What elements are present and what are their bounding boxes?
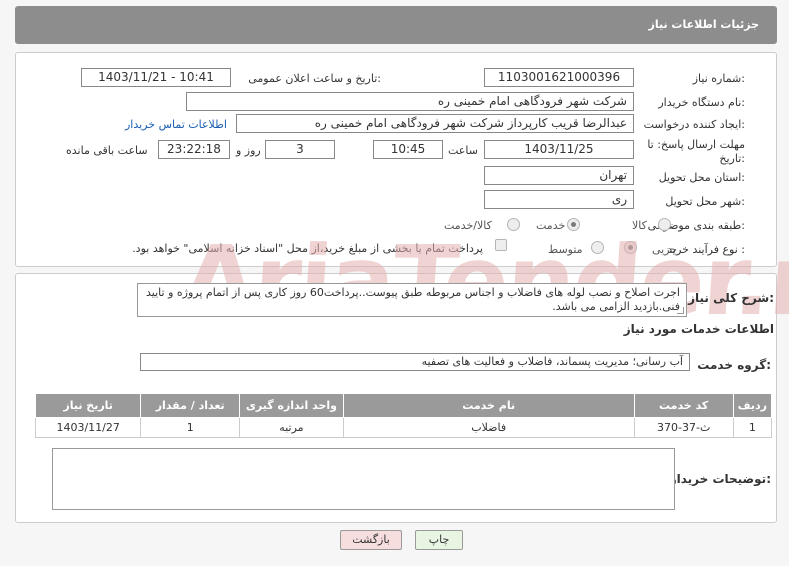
category-option-both-radio[interactable]: [507, 218, 520, 231]
page-header: جزئیات اطلاعات نیاز: [15, 6, 777, 44]
col-qty-header: تعداد / مقدار: [140, 393, 241, 418]
col-unit-header: واحد اندازه گیری: [239, 393, 344, 418]
col-row-header: ردیف: [732, 393, 773, 418]
resize-handle-icon[interactable]: [677, 307, 684, 314]
col-date-header: تاریخ نیاز: [34, 393, 142, 418]
summary-text-content: اجرت اصلاح و نصب لوله های فاضلاب و اجناس…: [146, 286, 680, 313]
services-table: ردیف کد خدمت نام خدمت واحد اندازه گیری ت…: [34, 393, 773, 438]
category-option-goods-radio[interactable]: [658, 218, 671, 231]
buyer-notes-field[interactable]: [52, 448, 675, 510]
service-group-label: گروه خدمت:: [697, 358, 771, 372]
category-option-service-label: خدمت: [536, 219, 566, 232]
summary-label: شرح کلی نیاز:: [688, 291, 774, 305]
summary-text: اجرت اصلاح و نصب لوله های فاضلاب و اجناس…: [137, 283, 687, 317]
category-option-both-label: کالا/خدمت: [444, 219, 492, 232]
buyer-notes-label: توضیحات خریدار:: [669, 472, 771, 486]
service-group-field: آب رسانی؛ مدیریت پسماند، فاضلاب و فعالیت…: [140, 353, 690, 371]
cell-qty: 1: [140, 417, 241, 438]
back-button[interactable]: بازگشت: [340, 530, 402, 550]
purchase-type-medium-radio[interactable]: [591, 241, 604, 254]
requester-label: ایجاد کننده درخواست:: [643, 118, 745, 131]
deadline-label: مهلت ارسال پاسخ: تا تاریخ:: [635, 138, 745, 166]
requester-field: عبدالرضا قریب کارپرداز شرکت شهر فرودگاهی…: [236, 114, 634, 133]
treasury-payment-checkbox[interactable]: [495, 239, 507, 251]
page-title: جزئیات اطلاعات نیاز: [648, 18, 760, 31]
table-row: 1 ث-37-370 فاضلاب مرتبه 1 1403/11/27: [34, 417, 773, 438]
remaining-days-label: روز و: [236, 144, 261, 157]
category-option-service-radio[interactable]: [567, 218, 580, 231]
buyer-contact-link[interactable]: اطلاعات تماس خریدار: [125, 118, 227, 131]
purchase-type-minor-radio[interactable]: [624, 241, 637, 254]
need-number-field: 1103001621000396: [484, 68, 634, 87]
cell-name: فاضلاب: [342, 417, 635, 438]
print-button[interactable]: چاپ: [415, 530, 463, 550]
cell-code: ث-37-370: [633, 417, 734, 438]
treasury-payment-note: پرداخت تمام یا بخشی از مبلغ خرید،از محل …: [132, 242, 483, 255]
buyer-org-field: شرکت شهر فرودگاهی امام خمینی ره: [186, 92, 634, 111]
city-label: شهر محل تحویل:: [665, 195, 745, 208]
purchase-type-minor-label: جزیی: [652, 243, 678, 256]
col-name-header: نام خدمت: [342, 393, 635, 418]
buyer-org-label: نام دستگاه خریدار:: [658, 96, 745, 109]
services-section-title: اطلاعات خدمات مورد نیاز: [623, 322, 774, 336]
city-field: ری: [484, 190, 634, 209]
category-option-goods-label: کالا: [632, 219, 647, 232]
need-number-label: شماره نیاز:: [692, 72, 745, 85]
announce-datetime-field: 1403/11/21 - 10:41: [81, 68, 231, 87]
purchase-type-medium-label: متوسط: [548, 243, 583, 256]
remaining-time-field: 23:22:18: [158, 140, 230, 159]
deadline-date-field: 1403/11/25: [484, 140, 634, 159]
province-field: تهران: [484, 166, 634, 185]
cell-unit: مرتبه: [239, 417, 344, 438]
announce-datetime-label: تاریخ و ساعت اعلان عمومی:: [248, 72, 381, 85]
deadline-time-label: ساعت: [448, 144, 478, 157]
deadline-label-text: مهلت ارسال پاسخ: تا تاریخ:: [647, 138, 745, 165]
deadline-time-field: 10:45: [373, 140, 443, 159]
purchase-type-label: نوع فرآیند خرید :: [667, 243, 745, 256]
table-header-row: ردیف کد خدمت نام خدمت واحد اندازه گیری ت…: [34, 393, 773, 418]
cell-date: 1403/11/27: [34, 417, 142, 438]
cell-row: 1: [732, 417, 773, 438]
col-code-header: کد خدمت: [633, 393, 734, 418]
remaining-days-field: 3: [265, 140, 335, 159]
remaining-time-label: ساعت باقی مانده: [66, 144, 148, 157]
province-label: استان محل تحویل:: [658, 171, 745, 184]
